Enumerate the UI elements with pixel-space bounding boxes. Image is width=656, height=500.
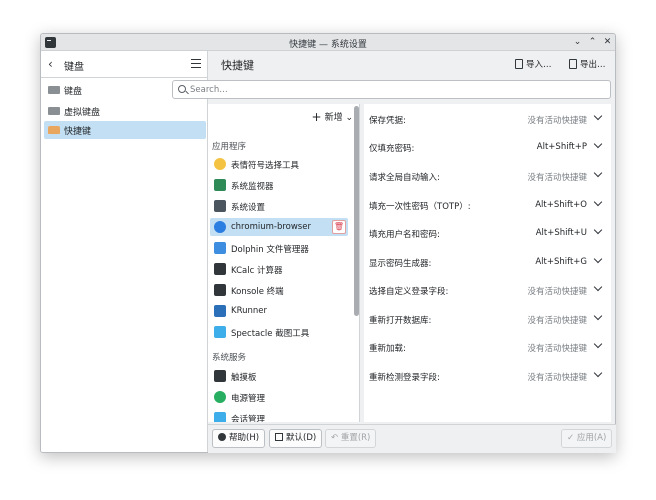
- sidebar-item-virtual-keyboard[interactable]: 虚拟键盘: [44, 102, 206, 120]
- screenshot-icon: [214, 326, 226, 338]
- search-field[interactable]: [172, 80, 611, 99]
- chevron-down-icon[interactable]: [593, 112, 605, 124]
- list-item[interactable]: 系统设置: [210, 197, 348, 215]
- terminal-icon: [214, 284, 226, 296]
- delete-trash-icon[interactable]: 🗑: [332, 220, 346, 234]
- window-title: 快捷键 — 系统设置: [289, 40, 367, 50]
- export-document-icon: [569, 59, 577, 69]
- sidebar-item-shortcuts[interactable]: 快捷键: [44, 121, 206, 139]
- list-item[interactable]: 会话管理: [210, 409, 348, 422]
- list-item[interactable]: KRunner: [210, 302, 348, 320]
- list-item[interactable]: 触摸板: [210, 367, 348, 385]
- defaults-button[interactable]: 默认(D): [269, 429, 323, 448]
- chevron-down-icon[interactable]: [593, 140, 605, 152]
- chevron-down-icon[interactable]: [593, 255, 605, 267]
- shortcut-row[interactable]: 填充用户名和密码: Alt+Shift+U: [364, 218, 611, 246]
- sidebar-item-label: 快捷键: [64, 127, 92, 137]
- shortcut-row[interactable]: 保存凭据: 没有活动快捷键: [364, 104, 611, 132]
- list-item[interactable]: 表情符号选择工具: [210, 155, 348, 173]
- reset-button[interactable]: ↶ 重置(R): [325, 429, 377, 448]
- sidebar-title: 键盘: [64, 62, 84, 73]
- system-monitor-icon: [214, 179, 226, 191]
- virtual-keyboard-icon: [48, 107, 60, 115]
- calculator-icon: [214, 263, 226, 275]
- list-item[interactable]: Konsole 终端: [210, 281, 348, 299]
- search-icon: [178, 85, 186, 93]
- krunner-icon: [214, 305, 226, 317]
- shortcut-row[interactable]: 填充一次性密码（TOTP）: Alt+Shift+O: [364, 190, 611, 218]
- chevron-down-icon[interactable]: [593, 226, 605, 238]
- main-header: 快捷键 导入… 导出…: [209, 51, 615, 78]
- shortcut-row[interactable]: 重新加载: 没有活动快捷键: [364, 332, 611, 360]
- sidebar-item-label: 虚拟键盘: [64, 108, 101, 118]
- shortcut-row[interactable]: 重新检测登录字段: 没有活动快捷键: [364, 361, 611, 389]
- chevron-down-icon: ⌄: [345, 113, 353, 123]
- minimize-chevron-icon[interactable]: ⌄: [571, 36, 584, 49]
- defaults-document-icon: [275, 433, 283, 441]
- chevron-down-icon[interactable]: [593, 283, 605, 295]
- shortcut-row[interactable]: 重新打开数据库: 没有活动快捷键: [364, 304, 611, 332]
- group-label-services: 系统服务: [212, 353, 247, 363]
- reset-undo-icon: ↶: [331, 433, 341, 443]
- list-item[interactable]: 电源管理: [210, 388, 348, 406]
- titlebar: 快捷键 — 系统设置 ⌄ ⌃ ✕: [41, 34, 615, 51]
- session-icon: [214, 412, 226, 422]
- shortcut-row[interactable]: 仅填充密码: Alt+Shift+P: [364, 132, 611, 160]
- shortcut-list: 保存凭据: 没有活动快捷键 仅填充密码: Alt+Shift+P 请求全局自动输入:…: [364, 104, 611, 422]
- search-input[interactable]: [190, 83, 590, 96]
- touchpad-icon: [214, 370, 226, 382]
- back-arrow-icon[interactable]: ‹: [48, 57, 60, 71]
- chevron-down-icon[interactable]: [593, 312, 605, 324]
- component-list: + 新增 ⌄ 应用程序 表情符号选择工具 系统监视器 系统设置 chromium-…: [208, 104, 360, 422]
- list-item-selected[interactable]: chromium-browser 🗑: [210, 218, 348, 236]
- list-item[interactable]: 系统监视器: [210, 176, 348, 194]
- list-item[interactable]: Spectacle 截图工具: [210, 323, 348, 341]
- help-icon: [218, 433, 226, 441]
- group-label-apps: 应用程序: [212, 142, 247, 152]
- plus-icon: +: [311, 110, 322, 124]
- list-item[interactable]: KCalc 计算器: [210, 260, 348, 278]
- dolphin-folder-icon: [214, 242, 226, 254]
- emoji-picker-icon: [214, 158, 226, 170]
- shortcut-row[interactable]: 显示密码生成器: Alt+Shift+G: [364, 247, 611, 275]
- shortcut-row[interactable]: 请求全局自动输入: 没有活动快捷键: [364, 161, 611, 189]
- help-button[interactable]: 帮助(H): [212, 429, 266, 448]
- hamburger-menu-icon[interactable]: [191, 59, 201, 68]
- list-scrollbar[interactable]: [354, 106, 359, 316]
- maximize-chevron-icon[interactable]: ⌃: [586, 36, 599, 49]
- close-icon[interactable]: ✕: [601, 36, 614, 49]
- import-document-icon: [515, 59, 523, 69]
- shortcut-row[interactable]: 选择自定义登录字段: 没有活动快捷键: [364, 275, 611, 303]
- sidebar-item-label: 键盘: [64, 87, 83, 97]
- keyboard-icon: [48, 86, 60, 94]
- export-button[interactable]: 导出…: [569, 58, 606, 70]
- system-settings-icon: [214, 200, 226, 212]
- add-new-button[interactable]: + 新增 ⌄: [312, 110, 354, 124]
- apply-check-icon: ✓: [567, 433, 577, 443]
- chevron-down-icon[interactable]: [593, 198, 605, 210]
- list-item[interactable]: Dolphin 文件管理器: [210, 239, 348, 257]
- chevron-down-icon[interactable]: [593, 369, 605, 381]
- chevron-down-icon[interactable]: [593, 340, 605, 352]
- power-icon: [214, 391, 226, 403]
- shortcuts-icon: [48, 126, 60, 134]
- import-button[interactable]: 导入…: [515, 58, 552, 70]
- apply-button[interactable]: ✓ 应用(A): [561, 429, 613, 448]
- sidebar: ‹ 键盘 键盘 虚拟键盘 快捷键: [41, 51, 208, 452]
- page-title: 快捷键: [221, 59, 254, 72]
- footer-bar: 帮助(H) 默认(D) ↶ 重置(R) ✓ 应用(A): [208, 424, 616, 453]
- chevron-down-icon[interactable]: [593, 169, 605, 181]
- chromium-icon: [214, 221, 226, 233]
- sidebar-header: ‹ 键盘: [41, 51, 207, 78]
